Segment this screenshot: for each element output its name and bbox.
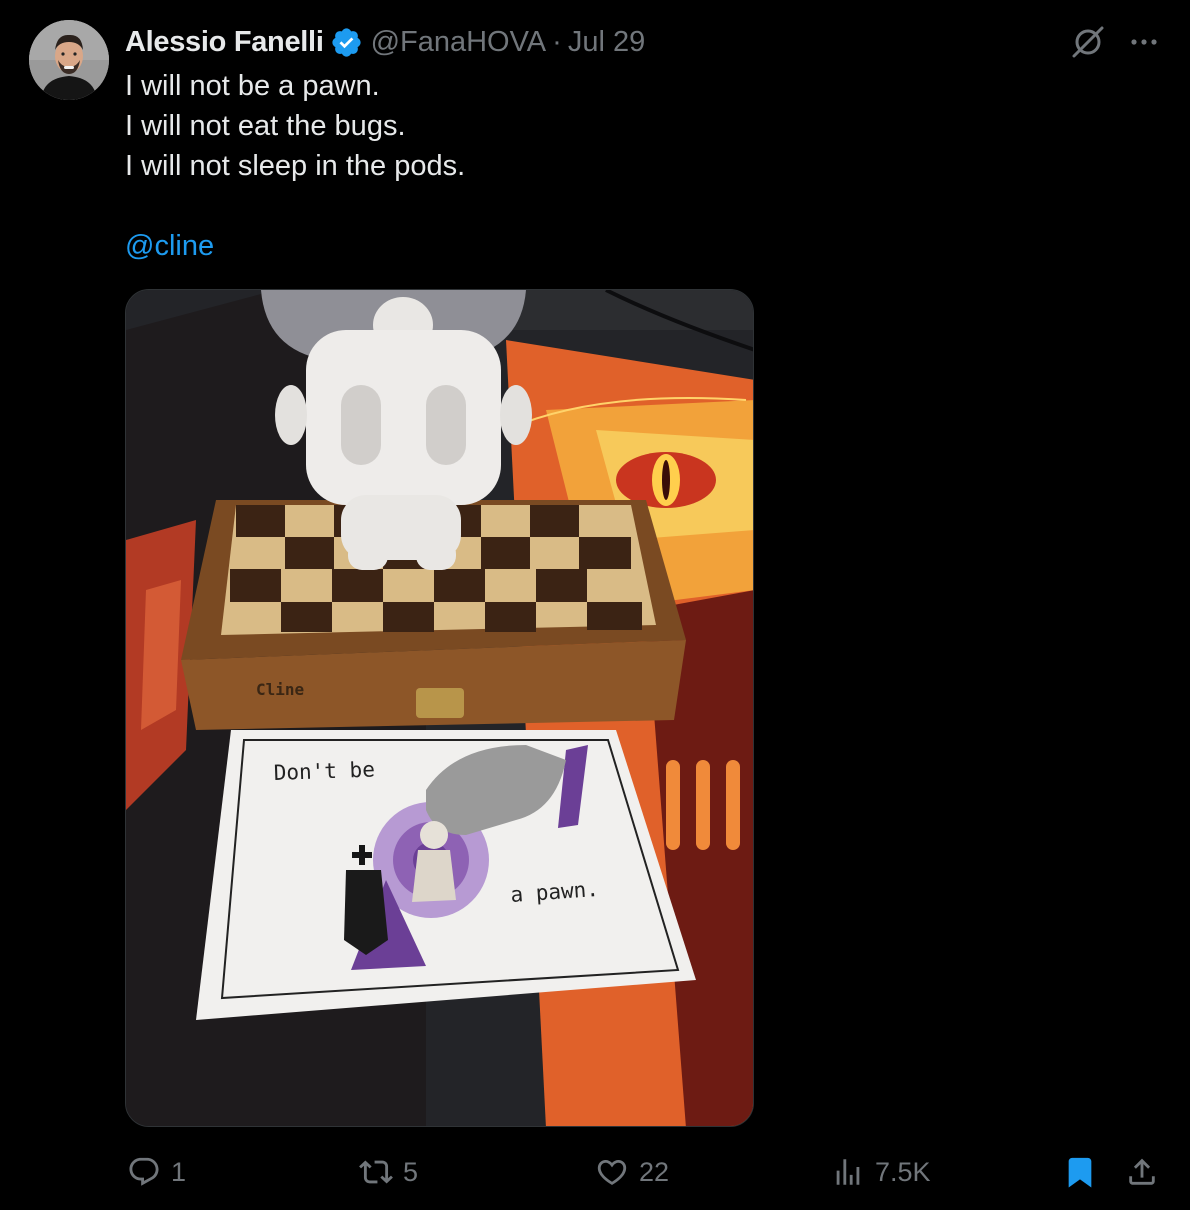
like-count: 22 [639, 1156, 670, 1187]
reply-count: 1 [171, 1156, 187, 1187]
grok-icon[interactable] [1070, 24, 1106, 60]
reply-button[interactable]: 1 [127, 1150, 186, 1194]
bookmark-icon [1063, 1155, 1097, 1189]
tweet-header: Alessio Fanelli @FanaHOVA · Jul 29 [125, 22, 645, 62]
tweet-text-line: I will not eat the bugs. [125, 110, 406, 142]
mention-link[interactable]: @cline [125, 226, 214, 266]
repost-count: 5 [403, 1156, 419, 1187]
tweet-photo[interactable]: Cline Don't be a pawn. [125, 289, 754, 1127]
share-icon [1125, 1155, 1159, 1189]
card-text-top: Don't be [273, 757, 375, 785]
more-icon[interactable] [1128, 26, 1160, 58]
tweet-top-actions [1070, 24, 1160, 60]
separator: · [552, 25, 562, 58]
box-brand-text: Cline [256, 680, 304, 699]
share-button[interactable] [1125, 1150, 1159, 1194]
repost-button[interactable]: 5 [359, 1150, 418, 1194]
tweet-text: I will not be a pawn. I will not eat the… [125, 66, 465, 186]
like-button[interactable]: 22 [595, 1150, 669, 1194]
avatar[interactable] [29, 20, 109, 100]
repost-icon [359, 1155, 393, 1189]
tweet-actions: 1 5 22 7.5K [125, 1150, 1165, 1194]
reply-icon [127, 1155, 161, 1189]
tweet-text-line: I will not be a pawn. [125, 70, 380, 102]
tweet-text-line: I will not sleep in the pods. [125, 150, 466, 182]
views-icon [831, 1155, 865, 1189]
tweet: Alessio Fanelli @FanaHOVA · Jul 29 I wil… [0, 0, 1190, 1210]
author-handle[interactable]: @FanaHOVA [371, 26, 547, 59]
like-icon [595, 1155, 629, 1189]
author-name[interactable]: Alessio Fanelli [125, 26, 324, 59]
verified-badge-icon[interactable] [330, 26, 363, 59]
views-button[interactable]: 7.5K [831, 1150, 931, 1194]
bookmark-button[interactable] [1063, 1150, 1097, 1194]
views-count: 7.5K [875, 1156, 931, 1187]
tweet-date[interactable]: Jul 29 [568, 26, 645, 59]
